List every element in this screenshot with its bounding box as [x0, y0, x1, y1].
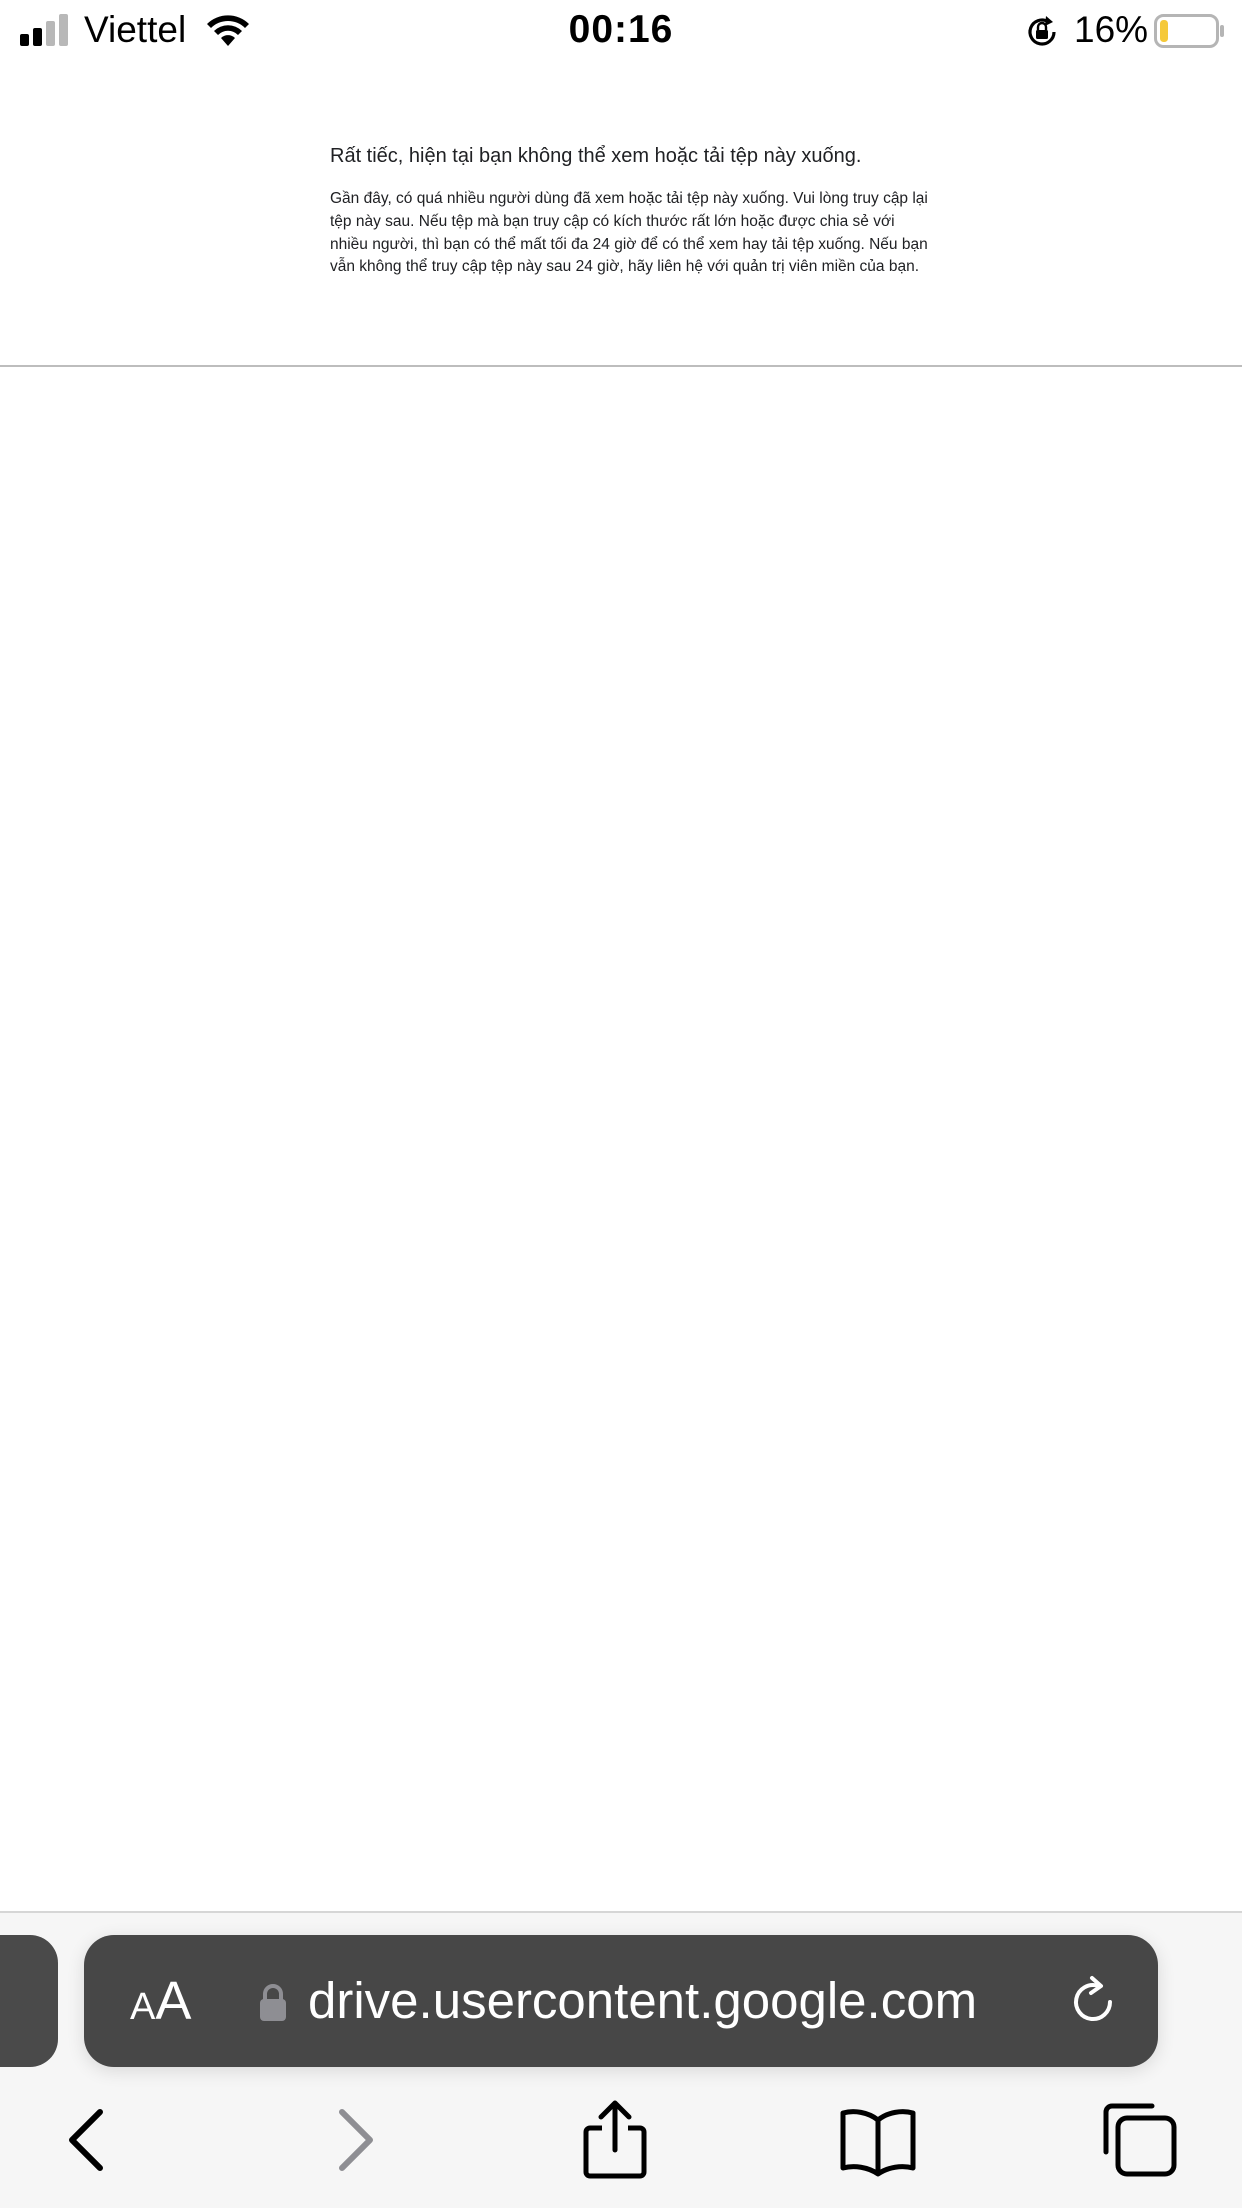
page-content: Rất tiếc, hiện tại bạn không thể xem hoặ… [330, 142, 930, 279]
page-divider [0, 365, 1242, 367]
forward-icon[interactable] [330, 2100, 380, 2180]
back-icon[interactable] [62, 2100, 112, 2180]
reload-icon[interactable] [1066, 1975, 1120, 2029]
battery-percent: 16% [1074, 9, 1149, 50]
bookmarks-icon[interactable] [838, 2100, 918, 2180]
page-settings-button[interactable]: AA [130, 1935, 191, 2067]
tabs-icon[interactable] [1100, 2100, 1180, 2180]
screen: Viettel 00:16 16% Rất tiếc, hiện tại bạn… [0, 0, 1242, 2208]
battery-icon [1154, 14, 1224, 48]
share-icon[interactable] [580, 2100, 650, 2180]
status-bar: Viettel 00:16 16% [0, 0, 1242, 62]
lock-icon [260, 1984, 286, 2021]
error-message: Gần đây, có quá nhiều người dùng đã xem … [330, 190, 928, 276]
aa-small-label: A [130, 1986, 156, 2028]
aa-large-label: A [155, 1971, 192, 2031]
orientation-lock-icon [1028, 16, 1056, 46]
address-bar[interactable]: AA drive.usercontent.google.com [84, 1935, 1158, 2067]
error-title: Rất tiếc, hiện tại bạn không thể xem hoặ… [330, 145, 862, 167]
battery-fill [1160, 20, 1168, 42]
previous-tab-pill[interactable] [0, 1935, 58, 2067]
url-text[interactable]: drive.usercontent.google.com [308, 1935, 977, 2067]
